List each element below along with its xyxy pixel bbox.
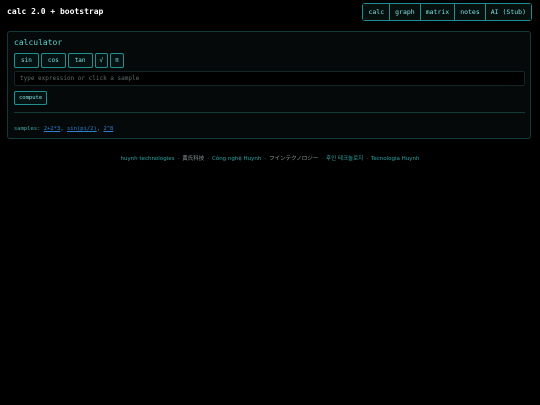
footer-item: 후인 테크놀로지 [326, 156, 364, 162]
sin-button[interactable]: sin [14, 53, 39, 68]
sqrt-button[interactable]: √ [94, 53, 109, 68]
sample-link[interactable]: sin(pi/2) [67, 126, 97, 132]
samples-label: samples: [14, 126, 41, 132]
nav-matrix-button[interactable]: matrix [419, 4, 455, 20]
nav-graph-button[interactable]: graph [389, 4, 420, 20]
nav-notes-button[interactable]: notes [454, 4, 485, 20]
calculator-card: calculator sin cos tan √ π compute sampl… [7, 31, 531, 139]
function-button-row: sin cos tan √ π [14, 53, 124, 68]
sample-link[interactable]: 2^8 [103, 126, 113, 132]
expression-input[interactable] [14, 71, 525, 86]
calculator-title: calculator [14, 38, 63, 47]
nav-calc-button[interactable]: calc [363, 4, 390, 20]
compute-button[interactable]: compute [14, 91, 48, 105]
result-output [14, 112, 525, 118]
nav-button-group: calc graph matrix notes AI (Stub) [362, 3, 532, 21]
navbar: calc 2.0 + bootstrap calc graph matrix n… [0, 0, 540, 24]
cos-button[interactable]: cos [40, 53, 66, 68]
footer: huynh technologies · 黄氏科技 · Công nghệ Huynh ·… [120, 156, 420, 162]
tan-button[interactable]: tan [67, 53, 93, 68]
footer-item: Công nghệ Huynh [211, 156, 262, 162]
pi-button[interactable]: π [110, 53, 124, 68]
nav-ai-stub-button[interactable]: AI (Stub) [484, 4, 531, 20]
brand-title[interactable]: calc 2.0 + bootstrap [7, 7, 103, 16]
footer-item: フインテクノロジー [269, 156, 319, 162]
sample-link[interactable]: 2+2*3 [44, 126, 61, 132]
footer-item: 黄氏科技 [182, 156, 205, 162]
footer-item: huynh technologies [120, 156, 175, 162]
samples-row: samples: 2+2*3, sin(pi/2), 2^8 [14, 126, 114, 132]
footer-item: Tecnologia Huynh [370, 156, 420, 162]
